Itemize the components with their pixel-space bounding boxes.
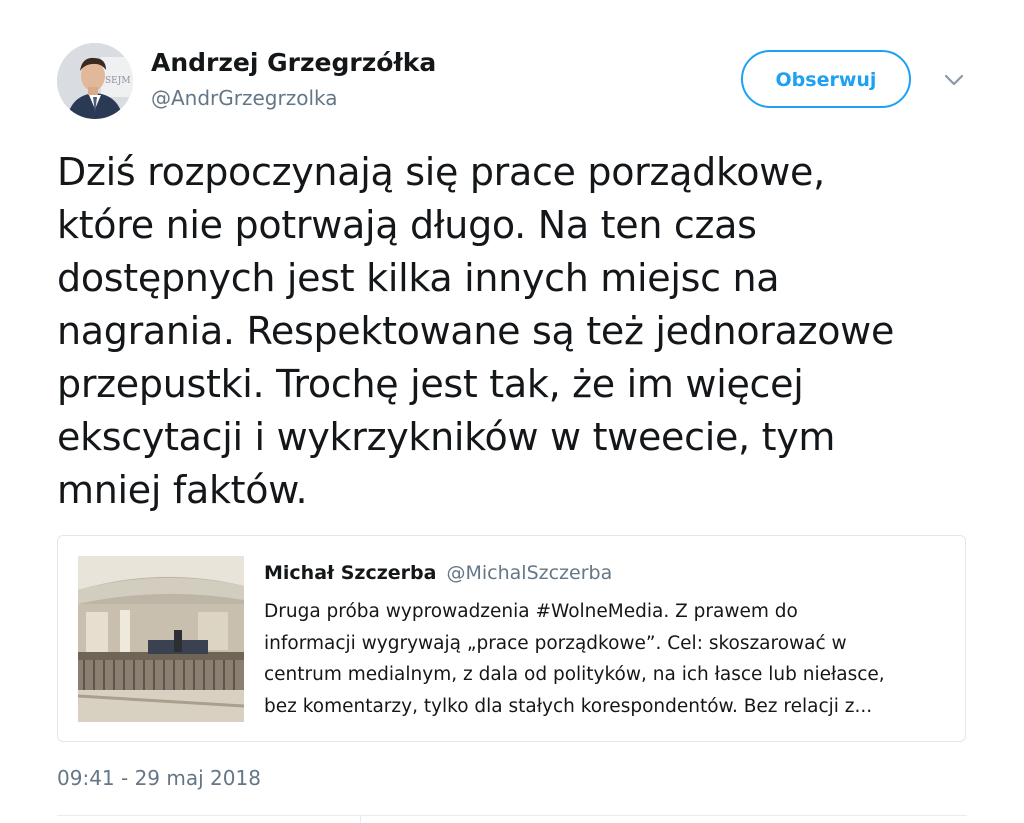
tweet-text-line: przepustki. Trochę jest tak, że im więce… xyxy=(57,362,804,406)
person-photo-icon: SEJM xyxy=(57,43,133,119)
quoted-tweet-image[interactable] xyxy=(78,556,244,722)
quoted-tweet-card[interactable]: Michał Szczerba @MichalSzczerba Druga pr… xyxy=(57,535,966,742)
quoted-tweet-text-line: bez komentarzy, tylko dla stałych koresp… xyxy=(264,695,873,717)
tweet-timestamp[interactable]: 09:41 - 29 maj 2018 xyxy=(57,766,261,790)
tweet-text-line: nagrania. Respektowane są też jednorazow… xyxy=(57,309,895,353)
more-options-button[interactable] xyxy=(941,70,967,90)
quoted-tweet-text-line: Druga próba wyprowadzenia #WolneMedia. Z… xyxy=(264,601,798,622)
author-handle[interactable]: @AndrGrzegrzolka xyxy=(151,86,338,110)
tweet-text-line: dostępnych jest kilka innych miejsc na xyxy=(57,256,780,300)
quoted-tweet-text-line: informacji wygrywają „prace porządkowe”.… xyxy=(264,632,847,654)
author-avatar[interactable]: SEJM xyxy=(57,43,133,119)
chevron-down-icon xyxy=(944,74,964,86)
chamber-photo-icon xyxy=(78,556,244,722)
divider xyxy=(360,815,361,823)
follow-button[interactable]: Obserwuj xyxy=(741,50,911,108)
quoted-tweet-text: Druga próba wyprowadzenia #WolneMedia. Z… xyxy=(264,596,954,722)
tweet-text: Dziś rozpoczynają się prace porządkowe, … xyxy=(57,146,967,517)
svg-text:SEJM: SEJM xyxy=(105,76,131,86)
tweet-text-line: mniej faktów. xyxy=(57,468,308,512)
quoted-author-handle: @MichalSzczerba xyxy=(446,562,613,584)
quoted-tweet-header: Michał Szczerba @MichalSzczerba xyxy=(264,562,612,584)
divider xyxy=(57,815,967,816)
quoted-tweet-text-line: centrum medialnym, z dala od polityków, … xyxy=(264,664,885,685)
quoted-author-name: Michał Szczerba xyxy=(264,562,437,584)
author-name[interactable]: Andrzej Grzegrzółka xyxy=(151,48,436,77)
tweet-text-line: ekscytacji i wykrzykników w tweecie, tym xyxy=(57,415,836,459)
tweet-text-line: które nie potrwają długo. Na ten czas xyxy=(57,203,757,247)
tweet-text-line: Dziś rozpoczynają się prace porządkowe, xyxy=(57,150,825,194)
